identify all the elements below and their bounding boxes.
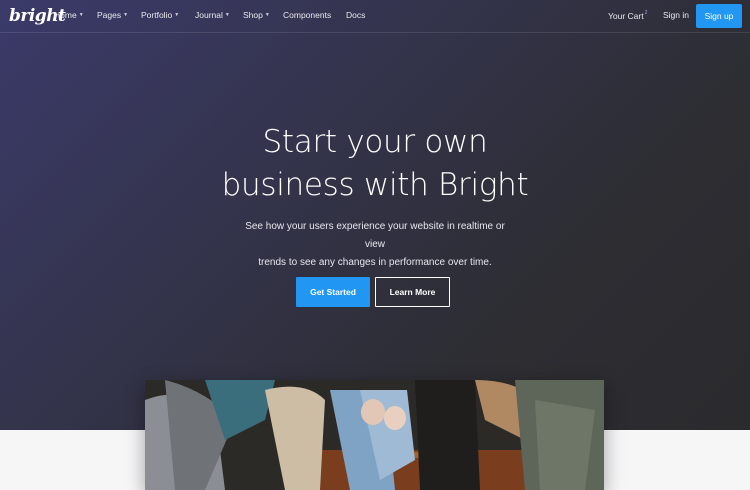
hero-section [0,0,750,430]
nav-item-home[interactable]: Home ▼ [54,10,84,20]
nav-item-label: Pages [97,10,122,20]
hero-photo [145,380,604,490]
nav-item-shop[interactable]: Shop ▼ [243,10,270,20]
cart-count-badge: 2 [644,10,648,16]
caret-down-icon: ▼ [78,12,84,18]
signin-link[interactable]: Sign in [663,10,689,20]
signup-button[interactable]: Sign up [696,4,742,28]
hero-headline: Start your own business with Bright [0,121,750,207]
caret-down-icon: ▼ [224,12,230,18]
people-photo-illustration [145,380,604,490]
nav-item-label: Docs [346,10,366,20]
nav-item-label: Home [54,10,77,20]
learn-more-button[interactable]: Learn More [375,277,450,307]
nav-item-label: Portfolio [141,10,173,20]
hero-subtitle-line2: trends to see any changes in performance… [258,257,492,268]
caret-down-icon: ▼ [123,12,129,18]
get-started-button[interactable]: Get Started [296,277,370,307]
caret-down-icon: ▼ [174,12,180,18]
nav-item-portfolio[interactable]: Portfolio ▼ [141,10,179,20]
nav-item-label: Journal [195,10,223,20]
caret-down-icon: ▼ [264,12,270,18]
hero-headline-line1: Start your own [262,124,488,160]
top-navbar: bright Home ▼ Pages ▼ Portfolio ▼ Journal ▼ … [0,0,750,33]
nav-item-label: Shop [243,10,263,20]
hero-headline-line2: business with Bright [221,167,529,203]
cart-link[interactable]: Your Cart2 [608,10,647,21]
hero-subtitle-line1: See how your users experience your websi… [245,221,505,250]
nav-item-label: Components [283,10,332,20]
nav-item-docs[interactable]: Docs [346,10,365,20]
nav-item-pages[interactable]: Pages ▼ [97,10,128,20]
nav-item-journal[interactable]: Journal ▼ [195,10,230,20]
nav-item-components[interactable]: Components [283,10,331,20]
hero-subtitle: See how your users experience your websi… [238,218,512,272]
cart-label: Your Cart [608,11,644,21]
